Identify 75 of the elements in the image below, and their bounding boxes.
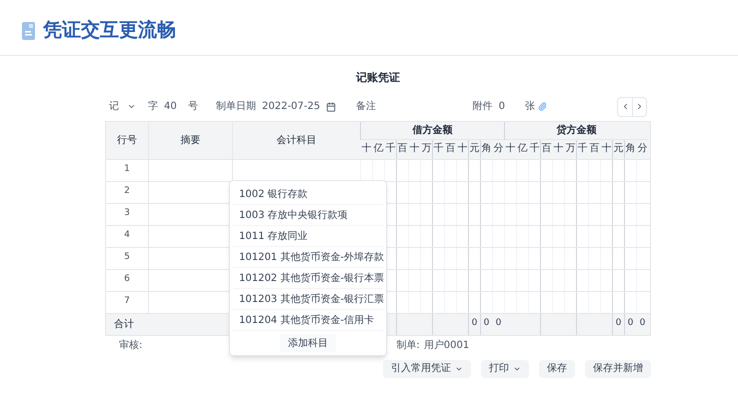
- date-field[interactable]: 2022-07-25: [262, 99, 336, 114]
- digit-unit: 十: [410, 144, 420, 154]
- digit-unit: 万: [422, 144, 432, 154]
- digit-unit: 百: [446, 144, 456, 154]
- action-button[interactable]: 保存并新增: [585, 360, 651, 378]
- digit-unit: 角: [626, 144, 636, 154]
- digit-unit: 分: [638, 144, 648, 154]
- account-option[interactable]: 101204 其他货币资金-信用卡: [233, 310, 383, 331]
- attachments-unit: 张: [525, 100, 535, 114]
- attachments-count[interactable]: 0: [498, 99, 505, 114]
- preparer-label: 制单:: [396, 338, 420, 353]
- account-option[interactable]: 101202 其他货币资金-银行本票: [233, 268, 383, 289]
- voucher-number-field[interactable]: 40: [164, 99, 188, 114]
- digit-unit: 万: [566, 144, 576, 154]
- digit-unit: 千: [530, 144, 540, 154]
- attachments-label: 附件: [472, 100, 493, 114]
- chevron-right-icon: [635, 102, 644, 111]
- date-label: 制单日期: [216, 100, 256, 114]
- column-header: 借方金额: [412, 123, 452, 138]
- amount-digit: 0: [628, 317, 634, 330]
- column-header: 摘要: [180, 134, 200, 148]
- row-number: 3: [124, 207, 130, 220]
- column-header: 贷方金额: [556, 123, 596, 138]
- account-option[interactable]: 1011 存放同业: [233, 226, 383, 247]
- number-suffix: 号: [188, 100, 198, 114]
- digit-unit: 元: [470, 144, 480, 154]
- action-button[interactable]: 引入常用凭证: [383, 360, 471, 378]
- caret-icon: [127, 102, 136, 111]
- voucher-type-select[interactable]: 记: [109, 99, 136, 114]
- action-button[interactable]: 打印: [481, 360, 529, 378]
- amount-digit: 0: [616, 317, 622, 330]
- digit-unit: 千: [578, 144, 588, 154]
- row-number: 5: [124, 251, 130, 264]
- row-number: 4: [124, 229, 130, 242]
- page-heading: 凭证交互更流畅: [43, 18, 176, 44]
- document-icon: [22, 22, 35, 40]
- digit-unit: 十: [506, 144, 516, 154]
- digit-unit: 十: [458, 144, 468, 154]
- account-option[interactable]: 1003 存放中央银行款项: [233, 205, 383, 226]
- account-option[interactable]: 101201 其他货币资金-外埠存款: [233, 247, 383, 268]
- digit-unit: 亿: [374, 144, 384, 154]
- amount-digit: 0: [640, 317, 646, 330]
- digit-unit: 元: [614, 144, 624, 154]
- reviewer-label: 审核:: [119, 338, 142, 353]
- preparer-name: 用户0001: [424, 338, 470, 353]
- amount-digit: 0: [484, 317, 490, 330]
- digit-unit: 十: [554, 144, 564, 154]
- row-number: 2: [124, 185, 130, 198]
- column-header: 行号: [117, 134, 137, 148]
- digit-unit: 十: [362, 144, 372, 154]
- action-button[interactable]: 保存: [539, 360, 575, 378]
- column-header: 会计科目: [276, 134, 316, 148]
- digit-unit: 百: [590, 144, 600, 154]
- digit-unit: 亿: [518, 144, 528, 154]
- digit-unit: 分: [494, 144, 504, 154]
- digit-unit: 千: [434, 144, 444, 154]
- remark-label: 备注: [356, 100, 376, 114]
- word-label: 字: [148, 100, 158, 114]
- calendar-icon: [326, 102, 336, 112]
- digit-unit: 千: [386, 144, 396, 154]
- digit-unit: 十: [602, 144, 612, 154]
- account-option[interactable]: 1002 银行存款: [233, 184, 383, 205]
- row-number: 6: [124, 273, 130, 286]
- digit-unit: 百: [542, 144, 552, 154]
- row-number: 1: [124, 163, 130, 176]
- digit-unit: 百: [398, 144, 408, 154]
- account-option[interactable]: 101203 其他货币资金-银行汇票: [233, 289, 383, 310]
- row-number: 7: [124, 295, 130, 308]
- voucher-title: 记账凭证: [356, 70, 400, 86]
- add-account-button[interactable]: 添加科目: [280, 334, 336, 352]
- amount-digit: 0: [496, 317, 502, 330]
- digit-unit: 角: [482, 144, 492, 154]
- amount-digit: 0: [472, 317, 478, 330]
- total-label: 合计: [114, 318, 134, 332]
- paperclip-icon[interactable]: [538, 102, 547, 111]
